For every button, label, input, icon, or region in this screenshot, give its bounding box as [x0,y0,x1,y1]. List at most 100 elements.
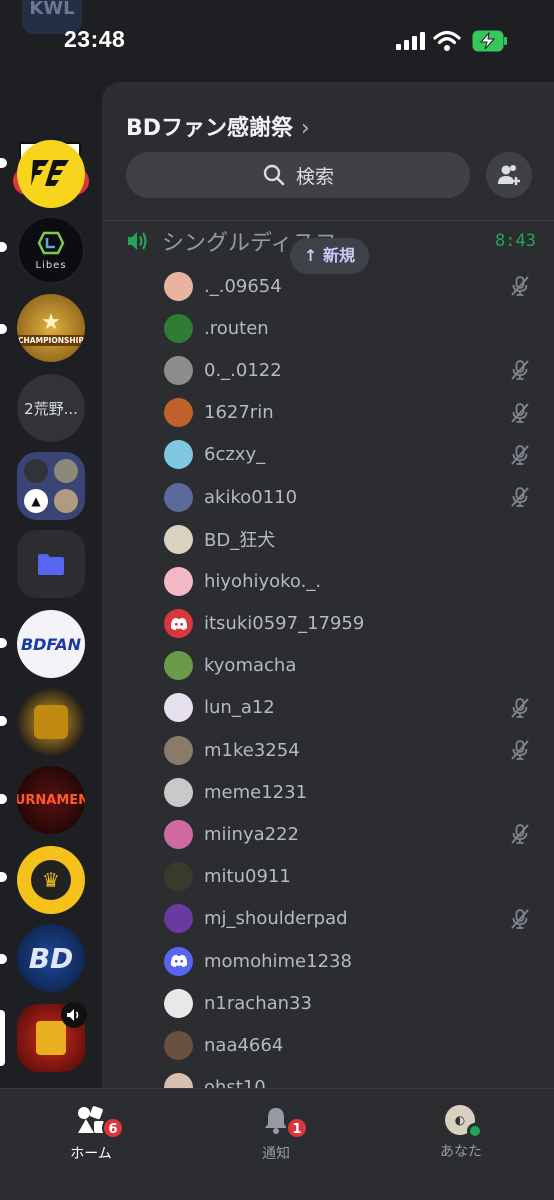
member-avatar [164,482,193,512]
guild-title: BDファン感謝祭 [126,116,294,141]
tab-notifications[interactable]: 通知 [216,1105,336,1163]
unread-indicator [0,242,7,252]
voice-member-row[interactable]: naa4664 [164,1024,554,1066]
voice-member-row[interactable]: hiyohiyoko._. [164,560,554,602]
member-avatar [164,820,193,850]
voice-member-row[interactable]: n1rachan33 [164,982,554,1024]
server-rail: KWL 新規 Libes ★ CHAMPIONSHIP 2荒野... [0,70,102,1090]
member-name: hiyohiyoko._. [204,570,322,592]
member-name: ._.09654 [204,275,282,297]
tab-you-label: あなた [440,1144,482,1160]
discord-logo-icon [170,954,187,968]
invite-button[interactable] [486,152,532,198]
voice-member-row[interactable]: m1ke3254 [164,729,554,771]
unread-indicator [0,158,7,168]
member-name: mitu0911 [204,866,291,888]
home-badge: 6 [102,1117,124,1139]
tournament-label: DURNAMENT [17,792,85,808]
guild-header[interactable]: BDファン感謝祭 › [126,110,310,142]
cellular-signal-icon [396,32,425,50]
selected-indicator [0,1010,5,1066]
voice-member-row[interactable]: 1627rin [164,392,554,434]
member-avatar [164,440,193,470]
server-folder-open[interactable]: ▲ [17,452,85,520]
unread-indicator [0,794,7,804]
member-name: momohime1238 [204,950,352,972]
divider [102,220,554,221]
member-avatar [164,735,193,765]
server-bee[interactable]: ♛ [17,846,85,914]
mic-muted-icon [510,444,530,470]
search-button[interactable]: 検索 [126,152,470,198]
unread-indicator [0,638,7,648]
member-name: .routen [204,317,269,339]
voice-member-row[interactable]: akiko0110 [164,476,554,518]
unread-indicator [0,716,7,726]
server-gold-robot[interactable] [17,688,85,756]
member-name: lun_a12 [204,697,275,719]
voice-member-row[interactable]: lun_a12 [164,687,554,729]
server-tournament[interactable]: DURNAMENT [17,766,85,834]
server-libes[interactable]: Libes [17,216,85,284]
voice-member-row[interactable]: 6czxy_ [164,434,554,476]
member-name: akiko0110 [204,486,298,508]
member-name: miinya222 [204,824,299,846]
member-avatar [164,946,193,976]
notification-badge: 1 [286,1117,308,1139]
member-name: 1627rin [204,402,274,424]
voice-member-row[interactable]: meme1231 [164,771,554,813]
server-text[interactable]: 2荒野... [17,374,85,442]
member-name: itsuki0597_17959 [204,613,365,635]
robot-emblem-icon [34,705,68,739]
voice-member-row[interactable]: mj_shoulderpad [164,898,554,940]
member-avatar [164,398,193,428]
server-bd[interactable]: BD [17,924,85,992]
chevron-right-icon: › [301,116,310,141]
member-avatar [164,355,193,385]
tab-home[interactable]: ホーム [31,1105,151,1163]
voice-member-row[interactable]: BD_狂犬 [164,518,554,560]
channel-panel: BDファン感謝祭 › 検索 シングルディスコ 8:43 ↑ 新規 ._.09654… [102,82,554,1092]
member-name: BD_狂犬 [204,530,276,552]
voice-member-row[interactable]: mitu0911 [164,856,554,898]
voice-member-row[interactable]: 0._.0122 [164,349,554,391]
server-fe[interactable] [17,140,85,208]
member-avatar [164,651,193,681]
voice-member-row[interactable]: miinya222 [164,813,554,855]
add-member-icon [498,165,520,185]
member-name: n1rachan33 [204,992,312,1014]
robot-emblem-icon [36,1021,66,1055]
discord-logo-icon [170,617,187,630]
tab-you[interactable]: ◐ あなた [401,1105,521,1161]
fe-logo-icon [31,160,69,186]
server-bdfan[interactable]: BDFAN [17,610,85,678]
online-status-icon [467,1123,483,1139]
bee-emblem-icon: ♛ [31,860,71,900]
member-avatar [164,609,193,639]
member-avatar [164,904,193,934]
championship-label: CHAMPIONSHIP [17,335,85,346]
voice-member-row[interactable]: itsuki0597_17959 [164,603,554,645]
voice-member-row[interactable]: kyomacha [164,645,554,687]
mic-muted-icon [510,739,530,765]
voice-member-row[interactable]: momohime1238 [164,940,554,982]
mic-muted-icon [510,402,530,428]
voice-member-row[interactable]: ._.09654 [164,265,554,307]
unread-indicator [0,324,7,334]
speaker-icon [128,232,147,250]
voice-member-row[interactable]: .routen [164,307,554,349]
server-text-label: 2荒野... [24,399,78,418]
bd-label: BD [28,941,74,975]
member-avatar [164,693,193,723]
libes-label: Libes [35,259,67,271]
server-championship[interactable]: ★ CHAMPIONSHIP [17,294,85,362]
star-icon: ★ [41,310,61,335]
server-folder[interactable] [17,530,85,598]
member-avatar [164,988,193,1018]
tab-home-label: ホーム [70,1146,112,1162]
clock: 23:48 [64,26,126,52]
search-label: 検索 [295,165,334,188]
screen: { "status_bar": { "time": "23:48", "top_… [0,0,554,1200]
member-name: mj_shoulderpad [204,908,348,930]
folder-grid: ▲ [24,459,78,513]
